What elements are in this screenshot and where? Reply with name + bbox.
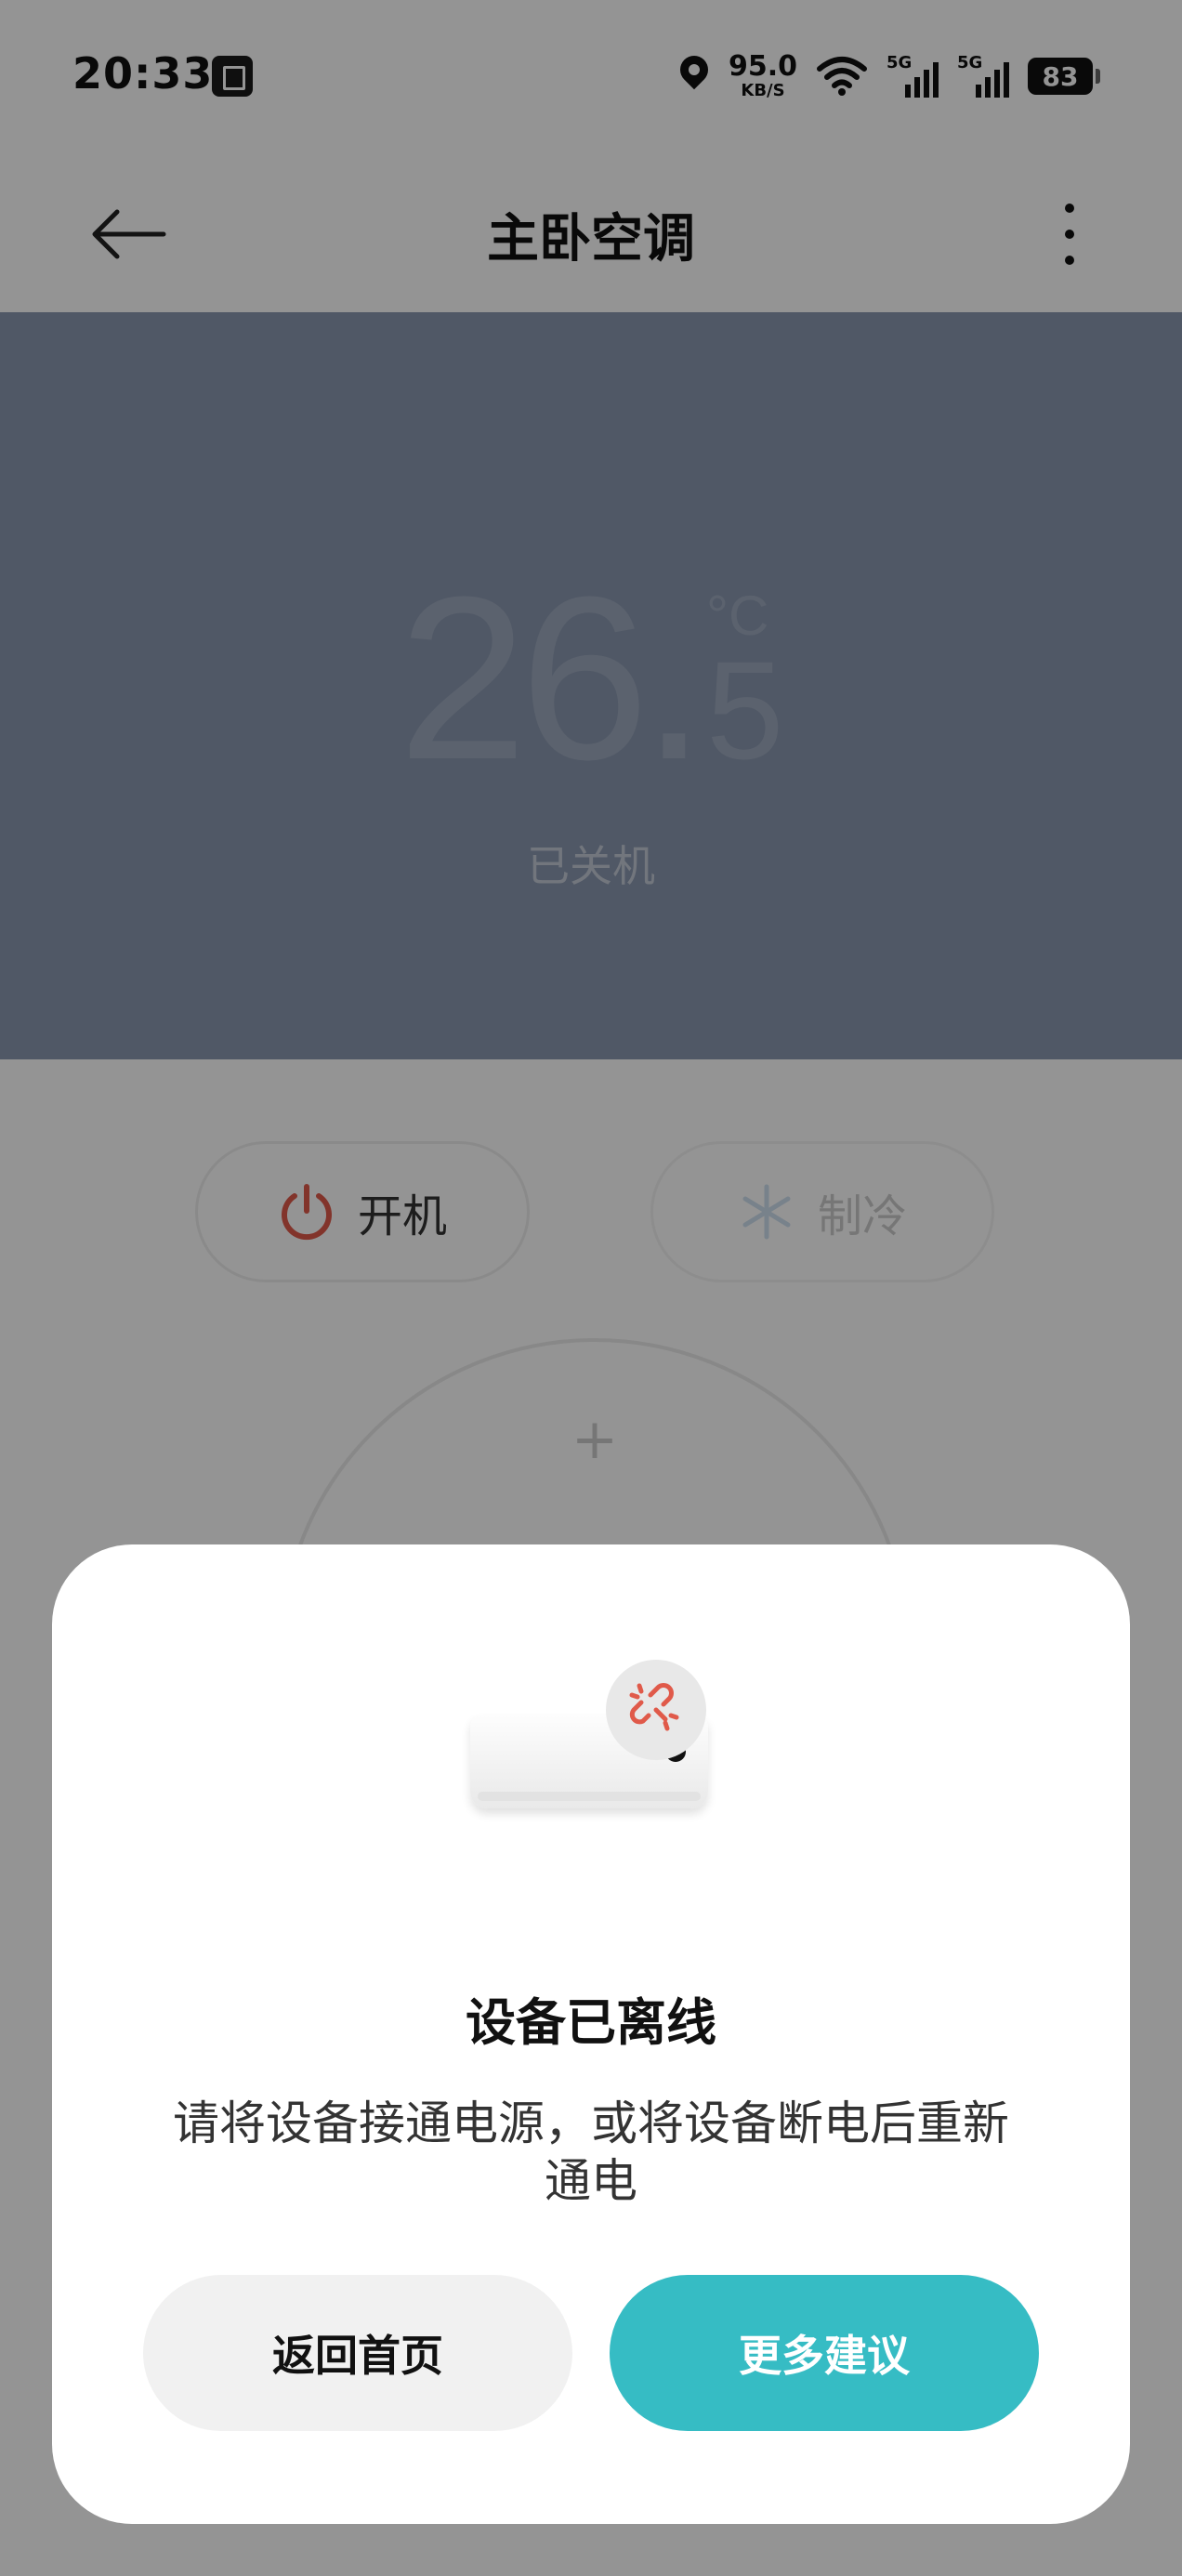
device-illustration — [470, 1660, 712, 1827]
dialog-message: 请将设备接通电源，或将设备断电后重新通电 — [173, 2096, 1009, 2208]
more-suggestions-button[interactable]: 更多建议 — [610, 2275, 1039, 2431]
dialog-title: 设备已离线 — [466, 1993, 716, 2052]
offline-badge — [606, 1660, 706, 1760]
broken-link-icon — [629, 1683, 679, 1731]
return-home-button[interactable]: 返回首页 — [143, 2275, 572, 2431]
device-offline-dialog: 设备已离线 请将设备接通电源，或将设备断电后重新通电 返回首页 更多建议 — [52, 1544, 1130, 2524]
